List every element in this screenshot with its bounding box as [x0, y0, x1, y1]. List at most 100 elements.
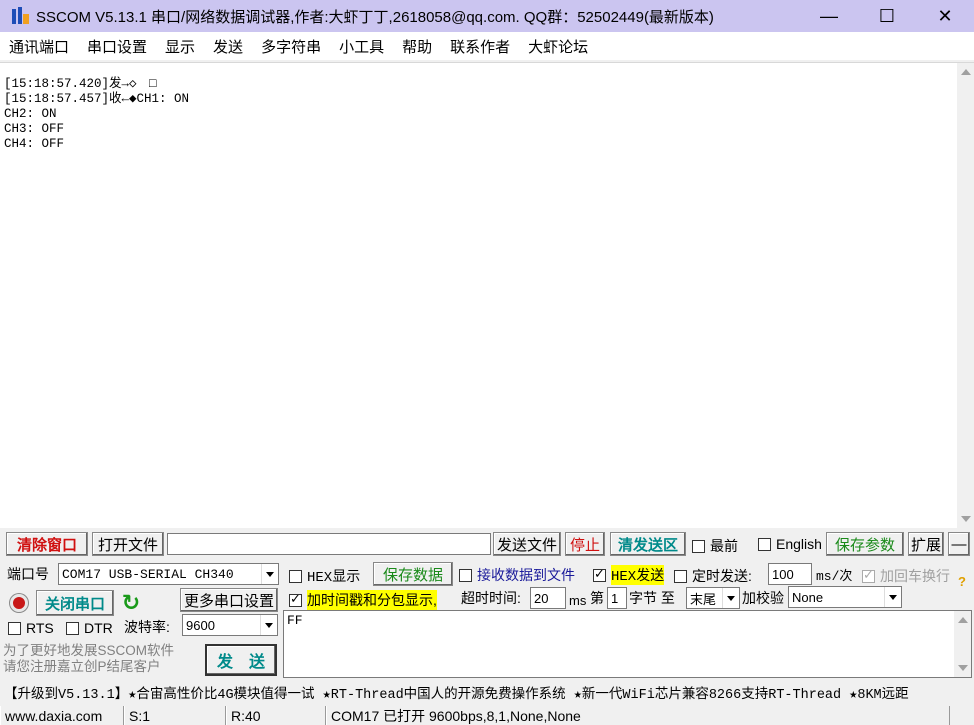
status-site[interactable]: www.daxia.com	[0, 706, 124, 725]
recv-to-file-label: 接收数据到文件	[477, 567, 575, 583]
checkbox-checked-icon	[289, 591, 302, 607]
menu-comm-port[interactable]: 通讯端口	[9, 36, 69, 57]
send-input-area[interactable]: FF	[283, 610, 972, 678]
status-port: COM17 已打开 9600bps,8,1,None,None	[326, 706, 950, 725]
topmost-checkbox[interactable]: 最前	[692, 536, 738, 556]
status-sent: S:1	[124, 706, 226, 725]
hex-display-checkbox[interactable]: HEX显示	[289, 566, 360, 586]
menu-multi-string[interactable]: 多字符串	[261, 36, 321, 57]
collapse-button[interactable]: —	[948, 532, 970, 556]
baud-select[interactable]: 9600	[182, 614, 278, 636]
english-label: English	[776, 536, 822, 552]
chevron-down-icon[interactable]	[260, 615, 277, 635]
timeout-input[interactable]: 20	[530, 587, 566, 609]
minimize-button[interactable]: —	[800, 0, 858, 32]
status-bar: www.daxia.com S:1 R:40 COM17 已打开 9600bps…	[0, 706, 974, 725]
send-content: FF	[287, 613, 303, 628]
clear-send-button[interactable]: 清发送区	[610, 532, 686, 556]
log-line: CH3: OFF	[4, 122, 65, 136]
byte-to-select[interactable]: 末尾	[686, 587, 740, 609]
news-ticker[interactable]: 【升级到V5.13.1】★合宙高性价比4G模块值得一试 ★RT-Thread中国…	[0, 682, 974, 703]
english-checkbox[interactable]: English	[758, 536, 822, 552]
refresh-icon[interactable]: ↻	[119, 590, 143, 616]
add-crlf-checkbox[interactable]: 加回车换行	[862, 566, 950, 586]
more-settings-button[interactable]: 更多串口设置	[180, 588, 278, 612]
topmost-label: 最前	[710, 538, 738, 554]
hex-send-checkbox[interactable]: HEX发送	[593, 565, 665, 585]
menu-contact[interactable]: 联系作者	[450, 36, 510, 57]
send-file-button[interactable]: 发送文件	[493, 532, 561, 556]
checkbox-icon	[758, 537, 771, 551]
receive-log: [15:18:57.420]发→◇ □ [15:18:57.457]收←◆CH1:…	[4, 77, 189, 152]
timestamp-checkbox[interactable]: 加时间戳和分包显示,	[289, 590, 437, 610]
open-file-button[interactable]: 打开文件	[92, 532, 164, 556]
status-recv: R:40	[226, 706, 326, 725]
checkbox-disabled-icon	[862, 567, 875, 583]
output-scrollbar[interactable]	[957, 63, 974, 528]
timeout-label: 超时时间:	[461, 590, 521, 606]
chevron-down-icon[interactable]	[884, 587, 901, 607]
menu-bar: 通讯端口 串口设置 显示 发送 多字符串 小工具 帮助 联系作者 大虾论坛	[0, 32, 974, 60]
help-icon[interactable]: ?	[958, 574, 966, 589]
menu-forum[interactable]: 大虾论坛	[528, 36, 588, 57]
port-value: COM17 USB-SERIAL CH340	[62, 566, 234, 582]
scroll-up-icon[interactable]	[961, 69, 971, 75]
checksum-select[interactable]: None	[788, 586, 902, 608]
timed-send-checkbox[interactable]: 定时发送:	[674, 566, 752, 586]
clear-window-button[interactable]: 清除窗口	[6, 532, 88, 556]
title-bar: SSCOM V5.13.1 串口/网络数据调试器,作者:大虾丁丁,2618058…	[0, 0, 974, 32]
rts-label: RTS	[26, 620, 54, 636]
stop-button[interactable]: 停止	[565, 532, 605, 556]
save-params-button[interactable]: 保存参数	[826, 532, 904, 556]
checkbox-icon	[8, 621, 21, 635]
send-scrollbar[interactable]	[954, 611, 971, 677]
dtr-checkbox[interactable]: DTR	[66, 620, 113, 636]
scroll-up-icon[interactable]	[958, 617, 968, 623]
port-status-led-icon	[10, 594, 28, 612]
log-line: CH4: OFF	[4, 137, 65, 151]
file-path-input[interactable]	[167, 533, 491, 555]
recv-to-file-checkbox[interactable]: 接收数据到文件	[459, 565, 575, 585]
save-data-button[interactable]: 保存数据	[373, 562, 453, 586]
interval-input[interactable]: 100	[768, 563, 812, 585]
rts-checkbox[interactable]: RTS	[8, 620, 54, 636]
port-select[interactable]: COM17 USB-SERIAL CH340	[58, 563, 279, 585]
send-button[interactable]: 发 送	[205, 644, 277, 676]
byte-to-value: 末尾	[690, 591, 717, 607]
interval-unit: ms/次	[816, 568, 853, 584]
checkbox-icon	[459, 568, 472, 582]
add-crlf-label: 加回车换行	[880, 568, 950, 584]
chevron-down-icon[interactable]	[722, 588, 739, 608]
byte-index-input[interactable]: 1	[607, 587, 627, 609]
baud-label: 波特率:	[124, 619, 170, 635]
checkbox-icon	[674, 569, 687, 583]
hex-display-label: HEX显示	[307, 570, 361, 586]
expand-button[interactable]: 扩展	[908, 532, 944, 556]
timeout-unit: ms	[569, 592, 587, 608]
menu-help[interactable]: 帮助	[402, 36, 432, 57]
close-port-button[interactable]: 关闭串口	[36, 590, 114, 616]
timestamp-label: 加时间戳和分包显示,	[307, 590, 437, 610]
baud-value: 9600	[186, 617, 215, 633]
timed-send-label: 定时发送:	[692, 568, 752, 584]
port-label: 端口号	[7, 566, 49, 582]
menu-serial-settings[interactable]: 串口设置	[87, 36, 147, 57]
hex-send-label: HEX发送	[611, 565, 665, 585]
scroll-down-icon[interactable]	[958, 665, 968, 671]
menu-display[interactable]: 显示	[165, 36, 195, 57]
log-line: [15:18:57.420]发→◇ □	[4, 77, 157, 91]
dtr-label: DTR	[84, 620, 113, 636]
checkbox-icon	[66, 621, 79, 635]
menu-send[interactable]: 发送	[213, 36, 243, 57]
checkbox-checked-icon	[593, 566, 606, 582]
scroll-down-icon[interactable]	[961, 516, 971, 522]
checkbox-icon	[692, 539, 705, 553]
maximize-button[interactable]: ☐	[858, 0, 916, 32]
close-button[interactable]: ✕	[916, 0, 974, 32]
byte-prefix: 第	[590, 590, 604, 606]
chevron-down-icon[interactable]	[261, 564, 278, 584]
menu-tools[interactable]: 小工具	[339, 36, 384, 57]
checksum-value: None	[792, 589, 824, 605]
receive-output-area[interactable]: [15:18:57.420]发→◇ □ [15:18:57.457]收←◆CH1:…	[0, 62, 974, 528]
window-title: SSCOM V5.13.1 串口/网络数据调试器,作者:大虾丁丁,2618058…	[36, 8, 714, 26]
